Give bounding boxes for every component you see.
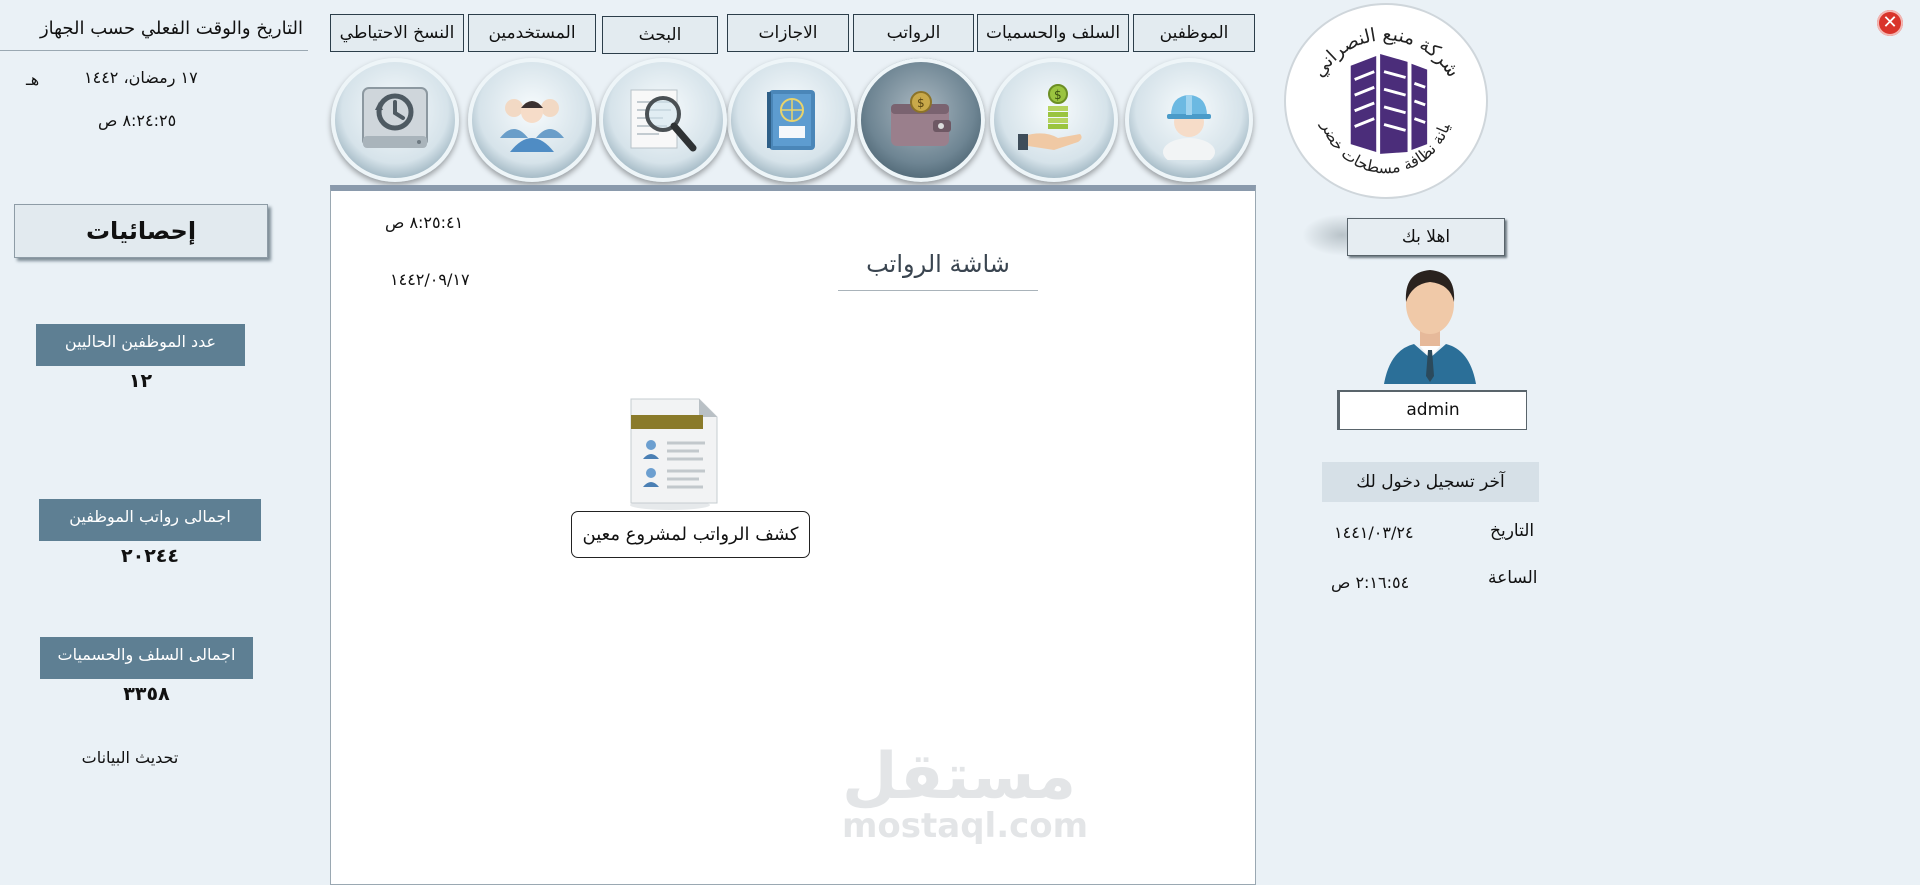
welcome-label: اهلا بك — [1347, 218, 1505, 256]
last-login-title: آخر تسجيل دخول لك — [1322, 462, 1539, 502]
watermark-latin: mostaql.com — [842, 806, 1089, 846]
tab-backup[interactable]: النسخ الاحتياطي — [330, 14, 464, 52]
current-time: ٨:٢٤:٢٥ ص — [98, 111, 177, 130]
report-button[interactable] — [617, 393, 723, 511]
advances-button[interactable]: $ — [990, 58, 1118, 182]
tab-employees[interactable]: الموظفين — [1133, 14, 1255, 52]
users-group-icon — [500, 99, 564, 152]
main-time: ٨:٢٥:٤١ ص — [385, 213, 464, 232]
last-login-date-label: التاريخ — [1490, 521, 1535, 541]
hijri-suffix: هـ — [26, 70, 40, 89]
stat-value-salaries: ٢٠٢٤٤ — [121, 545, 179, 567]
backup-button[interactable] — [331, 58, 459, 182]
datetime-heading: التاريخ والوقت الفعلي حسب الجهاز — [39, 18, 303, 39]
title-underline — [838, 290, 1038, 291]
salary-report-button[interactable]: كشف الرواتب لمشروع معين — [571, 511, 810, 558]
company-logo: شركة منبع النصراني صيانة نظافة مسطحات خض… — [1278, 0, 1488, 199]
document-users-icon — [630, 398, 718, 510]
tab-vacations[interactable]: الاجازات — [727, 14, 849, 52]
stat-value-advances: ٣٣٥٨ — [123, 683, 170, 705]
hijri-date: ١٧ رمضان، ١٤٤٢ — [84, 68, 198, 87]
worker-helmet-icon — [1163, 95, 1215, 160]
main-date: ١٤٤٢/٠٩/١٧ — [390, 270, 470, 289]
money-hand-icon: $ — [1018, 84, 1082, 150]
employees-button[interactable] — [1125, 58, 1253, 182]
vacations-button[interactable] — [727, 58, 855, 182]
username-field: admin — [1337, 390, 1527, 430]
search-button[interactable] — [599, 58, 727, 182]
stats-title: إحصائيات — [14, 204, 268, 258]
wallet-icon: $ — [891, 91, 951, 146]
stat-label-advances: اجمالى السلف والحسميات — [40, 637, 253, 679]
tab-users[interactable]: المستخدمين — [468, 14, 596, 52]
backup-drive-icon — [362, 87, 428, 148]
divider — [0, 50, 308, 51]
last-login-date: ١٤٤١/٠٣/٢٤ — [1334, 523, 1414, 542]
users-button[interactable] — [468, 58, 596, 182]
salaries-button[interactable]: $ — [857, 58, 985, 182]
tab-salaries[interactable]: الرواتب — [853, 14, 974, 52]
close-button[interactable]: ✕ — [1877, 10, 1903, 36]
screen-title: شاشة الرواتب — [866, 250, 1010, 278]
stat-label-employees: عدد الموظفين الحاليين — [36, 324, 245, 366]
svg-text:$: $ — [917, 96, 925, 110]
close-icon: ✕ — [1882, 12, 1898, 33]
user-avatar-icon — [1384, 270, 1476, 384]
refresh-data-link[interactable]: تحديث البيانات — [60, 748, 200, 767]
svg-text:$: $ — [1054, 88, 1062, 102]
stat-value-employees: ١٢ — [128, 370, 153, 392]
tab-search[interactable]: البحث — [602, 16, 718, 54]
last-login-time-label: الساعة — [1488, 568, 1538, 588]
magnifier-document-icon — [630, 89, 697, 152]
avatar — [1380, 258, 1480, 388]
passport-icon — [767, 90, 815, 150]
stat-label-salaries: اجمالى رواتب الموظفين — [39, 499, 261, 541]
watermark-arabic: مستقل — [842, 740, 1077, 814]
tab-advances-deductions[interactable]: السلف والحسميات — [977, 14, 1129, 52]
last-login-time: ٢:١٦:٥٤ ص — [1331, 573, 1410, 592]
company-logo-graphic: شركة منبع النصراني صيانة نظافة مسطحات خض… — [1278, 0, 1463, 177]
